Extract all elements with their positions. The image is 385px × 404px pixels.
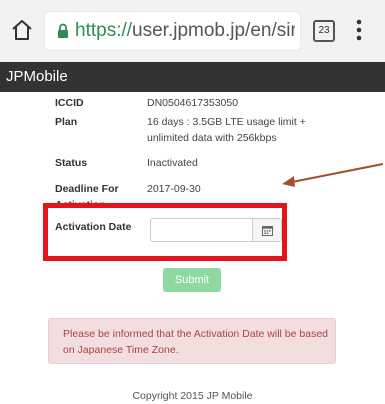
- site-header: JPMobile: [0, 62, 385, 92]
- activation-date-input[interactable]: [150, 218, 282, 242]
- submit-button[interactable]: Submit: [163, 268, 221, 292]
- deadline-label: Deadline For Activation: [55, 183, 119, 211]
- home-icon[interactable]: [10, 18, 34, 42]
- footer-copyright: Copyright 2015 JP Mobile: [132, 390, 253, 402]
- plan-label: Plan: [55, 116, 78, 128]
- timezone-notice: Please be informed that the Activation D…: [48, 318, 336, 364]
- menu-icon[interactable]: [356, 19, 362, 41]
- notice-text: Please be informed that the Activation D…: [63, 328, 328, 356]
- calendar-icon: [261, 225, 273, 236]
- url-path: user.jpmob.jp/en/sim/sl: [132, 20, 295, 41]
- calendar-button[interactable]: [252, 219, 281, 241]
- status-label: Status: [55, 157, 88, 169]
- tab-switcher-icon[interactable]: 23: [313, 20, 335, 42]
- lock-icon: [58, 23, 68, 38]
- browser-toolbar: https://user.jpmob.jp/en/sim/sl 23: [0, 0, 385, 63]
- url-scheme: https://: [75, 20, 133, 41]
- iccid-label: ICCID: [55, 97, 84, 109]
- plan-value: 16 days : 3.5GB LTE usage limit + unlimi…: [147, 116, 306, 144]
- address-bar[interactable]: https://user.jpmob.jp/en/sim/sl: [45, 12, 300, 50]
- url-text: https://user.jpmob.jp/en/sim/sl: [75, 20, 295, 42]
- site-title[interactable]: JPMobile: [6, 68, 68, 85]
- annotation-arrow: [282, 163, 384, 187]
- activation-date-label: Activation Date: [55, 221, 132, 233]
- iccid-value: DN0504617353050: [147, 97, 239, 109]
